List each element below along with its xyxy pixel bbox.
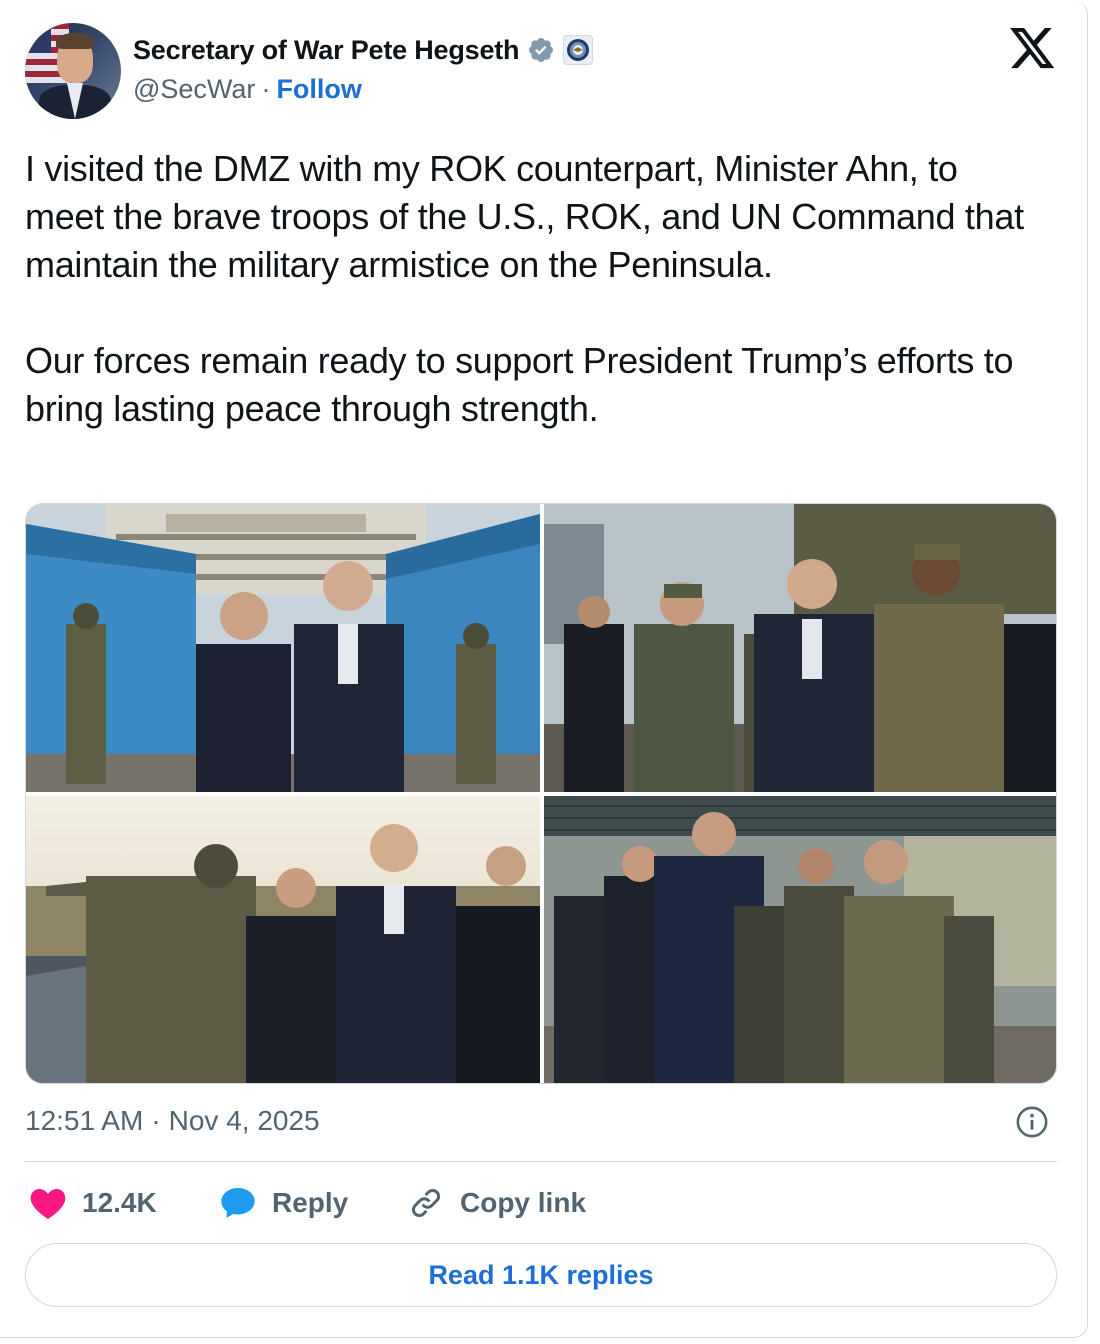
like-button[interactable]: 12.4K [28,1183,218,1223]
author-display-name[interactable]: Secretary of War Pete Hegseth [133,35,520,66]
follow-button[interactable]: Follow [276,74,361,105]
heart-icon [30,1189,66,1219]
timestamp-separator: · [151,1105,161,1136]
timestamp-row[interactable]: 12:51 AM · Nov 4, 2025 [25,1100,320,1142]
tweet-text: I visited the DMZ with my ROK counterpar… [25,148,1024,429]
x-logo-icon[interactable] [1010,28,1056,70]
copy-link-label: Copy link [460,1187,587,1218]
like-count: 12.4K [82,1187,157,1218]
author-handle[interactable]: @SecWar [133,74,255,105]
read-replies-label: Read 1.1K replies [428,1259,654,1290]
media-grid [25,503,1057,1084]
speech-bubble-icon [221,1188,255,1218]
actions-row: 12.4K Reply Copy link [28,1180,586,1226]
verified-badge-icon [529,38,554,62]
divider [25,1161,1057,1162]
read-replies-button[interactable]: Read 1.1K replies [25,1243,1057,1307]
photo-troops-lineup[interactable] [544,796,1056,1083]
reply-label: Reply [272,1187,349,1218]
copy-link-button[interactable]: Copy link [406,1183,586,1223]
photo-walking-with-officers[interactable] [544,504,1056,792]
tweet-time: 12:51 AM [25,1105,144,1136]
photo-handshake-jsa[interactable] [26,504,540,792]
author-name-row: Secretary of War Pete Hegseth [133,31,594,69]
link-icon [412,1189,440,1217]
handle-separator: · [261,74,271,104]
avatar[interactable] [25,23,121,119]
reply-button[interactable]: Reply [218,1183,406,1223]
info-icon[interactable] [1015,1105,1049,1139]
dod-seal-icon[interactable] [563,35,594,65]
tweet-date: Nov 4, 2025 [168,1105,320,1136]
author-handle-row: @SecWar · Follow [133,74,362,105]
photo-overlook-pointing[interactable] [26,796,540,1083]
